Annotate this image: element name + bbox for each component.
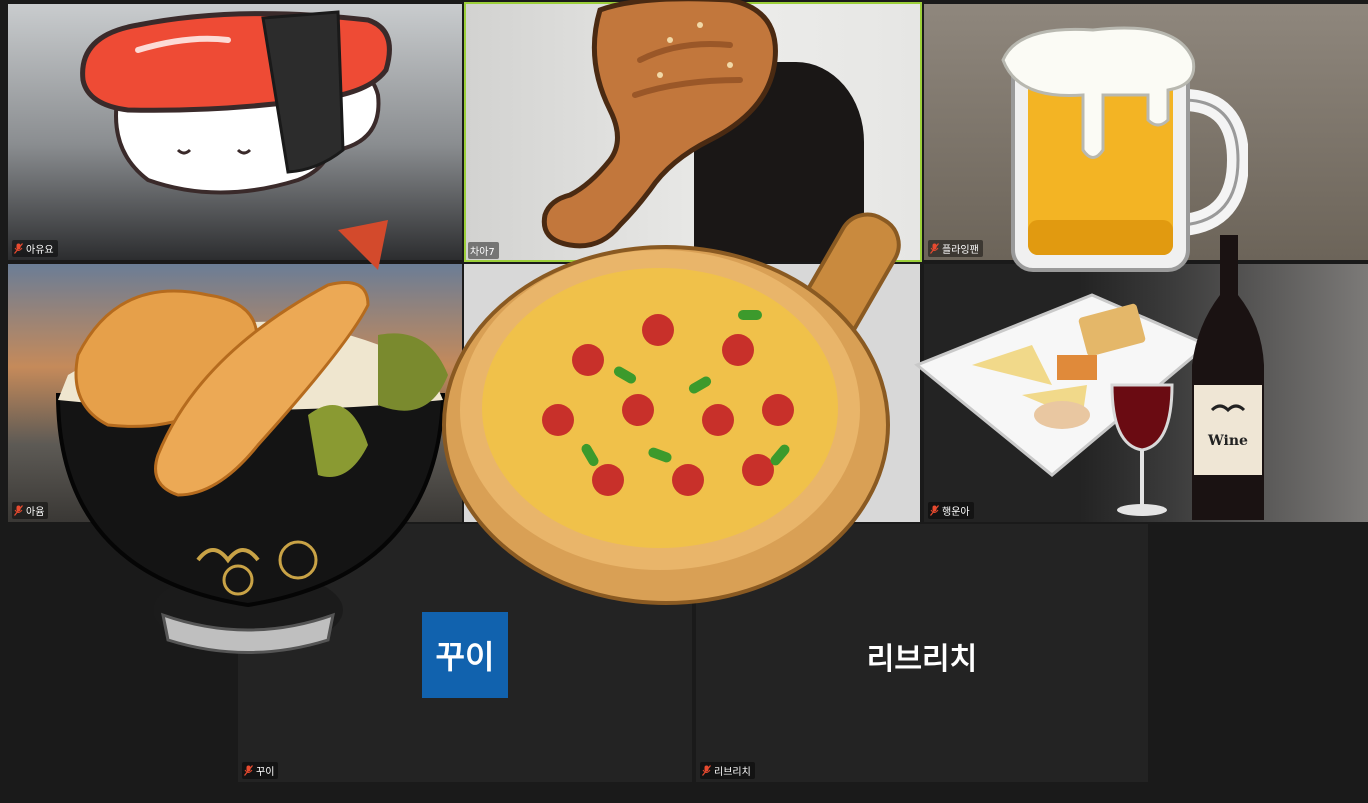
participant-nameplate: 꾸이 <box>242 762 279 779</box>
participant-nameplate: 리브리치 <box>700 762 755 779</box>
participant-nameplate: 아윰 <box>12 502 49 519</box>
wine-label: Wine <box>1207 433 1248 449</box>
muted-mic-icon <box>244 765 253 776</box>
participant-display-name: 리브리치 <box>866 642 978 677</box>
tempura-bowl-icon <box>55 220 448 654</box>
participant-name: 꾸이 <box>256 767 275 778</box>
participant-name: 리브리치 <box>714 767 751 778</box>
muted-mic-icon <box>702 765 711 776</box>
muted-mic-icon <box>14 243 23 254</box>
participant-name: 아윰 <box>26 507 45 518</box>
muted-mic-icon <box>14 505 23 516</box>
wine-cheese-icon: Wine <box>914 235 1264 520</box>
sushi-icon <box>80 10 392 195</box>
pizza-icon <box>442 212 901 605</box>
